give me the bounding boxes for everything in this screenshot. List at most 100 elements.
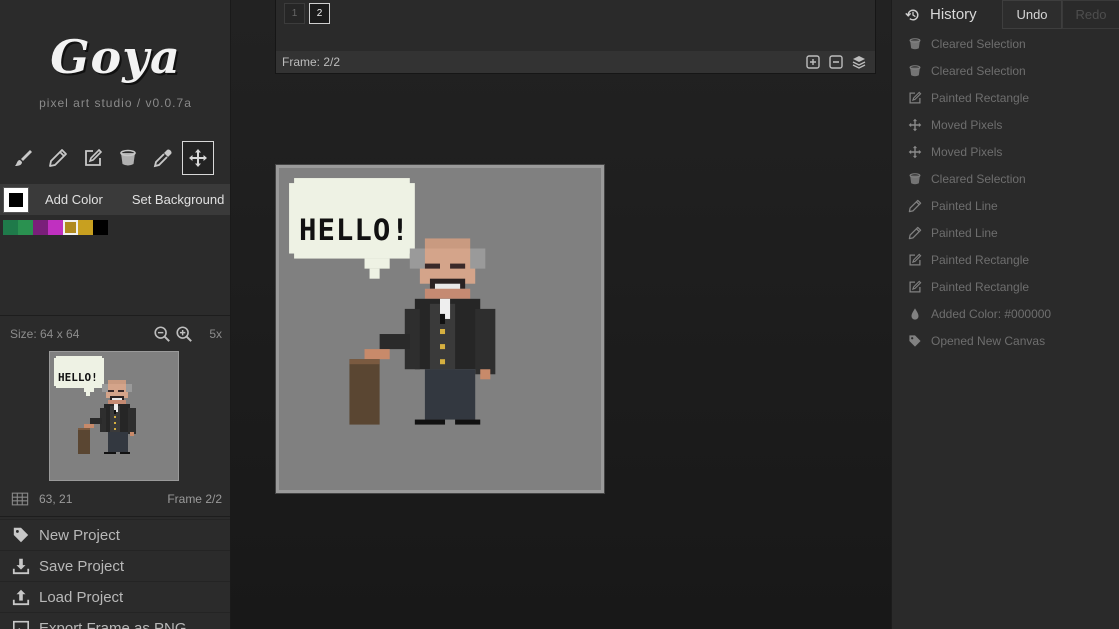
palette-swatch[interactable] xyxy=(78,220,93,235)
history-item[interactable]: Cleared Selection xyxy=(892,57,1119,84)
zoom-in-icon xyxy=(175,325,193,343)
history-item-label: Cleared Selection xyxy=(931,171,1026,186)
frame-indicator: Frame 2/2 xyxy=(167,492,222,506)
save-project-button[interactable]: Save Project xyxy=(0,550,230,581)
history-item-label: Cleared Selection xyxy=(931,36,1026,51)
pencil-icon xyxy=(908,226,922,240)
palette-swatch[interactable] xyxy=(33,220,48,235)
color-bar: Add Color Set Background xyxy=(0,184,230,215)
tag-icon xyxy=(12,526,30,544)
palette-swatch[interactable] xyxy=(18,220,33,235)
move-icon xyxy=(188,148,208,168)
palette-swatch[interactable] xyxy=(93,220,108,235)
app-subtitle: pixel art studio / v0.0.7a xyxy=(39,96,192,110)
history-item-label: Painted Line xyxy=(931,225,998,240)
redo-button[interactable]: Redo xyxy=(1062,0,1119,29)
add-frame-button[interactable] xyxy=(806,55,820,69)
set-background-button[interactable]: Set Background xyxy=(132,192,225,207)
palette-swatch[interactable] xyxy=(3,220,18,235)
canvas-size-row: Size: 64 x 64 5x xyxy=(10,325,222,343)
speech-bubble-text: HELLO! xyxy=(299,213,410,247)
frame-bar: Frame: 2/2 xyxy=(276,51,875,73)
history-item[interactable]: Moved Pixels xyxy=(892,138,1119,165)
export-png-button[interactable]: Export Frame as PNG xyxy=(0,612,230,629)
load-project-button[interactable]: Load Project xyxy=(0,581,230,612)
pencil-tool[interactable] xyxy=(42,141,74,175)
history-panel: History Undo Redo Cleared Selection Clear… xyxy=(891,0,1119,629)
drawing-canvas[interactable]: HELLO! xyxy=(276,165,604,493)
history-item[interactable]: Painted Rectangle xyxy=(892,84,1119,111)
history-item[interactable]: Cleared Selection xyxy=(892,30,1119,57)
move-icon xyxy=(908,145,922,159)
history-item-label: Painted Rectangle xyxy=(931,279,1030,294)
zoom-level: 5x xyxy=(209,327,222,341)
eyedropper-tool[interactable] xyxy=(147,141,179,175)
history-item-label: Added Color: #000000 xyxy=(931,306,1052,321)
frame-thumb-1[interactable]: 1 xyxy=(284,3,305,24)
brush-tool[interactable] xyxy=(7,141,39,175)
zoom-in-button[interactable] xyxy=(175,325,193,343)
eyedropper-icon xyxy=(153,148,173,168)
history-item-label: Painted Rectangle xyxy=(931,252,1030,267)
frame-thumb-2[interactable]: 2 xyxy=(309,3,330,24)
move-tool[interactable] xyxy=(182,141,214,175)
edit-square-icon xyxy=(908,280,922,294)
new-project-button[interactable]: New Project xyxy=(0,519,230,550)
divider xyxy=(0,315,230,316)
canvas-size-label: Size: 64 x 64 xyxy=(10,327,80,341)
history-item[interactable]: Opened New Canvas xyxy=(892,327,1119,354)
app-logo: Goya xyxy=(50,30,181,84)
history-item[interactable]: Painted Rectangle xyxy=(892,273,1119,300)
preview-speech-text: HELLO! xyxy=(58,371,98,384)
download-icon xyxy=(12,557,30,575)
history-icon xyxy=(905,7,921,23)
cursor-info-row: 63, 21 Frame 2/2 xyxy=(10,490,222,508)
history-item[interactable]: Cleared Selection xyxy=(892,165,1119,192)
grid-toggle[interactable] xyxy=(10,490,30,508)
droplet-icon xyxy=(908,307,922,321)
layers-button[interactable] xyxy=(852,55,866,69)
bucket-icon xyxy=(908,37,922,51)
frame-label: Frame: 2/2 xyxy=(282,55,341,69)
menu-label: Load Project xyxy=(39,588,124,606)
bucket-icon xyxy=(118,148,138,168)
current-color-fill xyxy=(9,192,23,207)
rectangle-tool[interactable] xyxy=(77,141,109,175)
history-item-label: Moved Pixels xyxy=(931,144,1003,159)
edit-square-icon xyxy=(908,253,922,267)
current-color-swatch[interactable] xyxy=(3,186,29,213)
menu-label: New Project xyxy=(39,526,120,544)
left-sidebar: Goya pixel art studio / v0.0.7a Add Colo… xyxy=(0,0,231,629)
menu-label: Export Frame as PNG xyxy=(39,619,187,629)
tag-icon xyxy=(908,334,922,348)
history-item-label: Moved Pixels xyxy=(931,117,1003,132)
preview-artwork: HELLO! xyxy=(50,352,178,480)
bucket-icon xyxy=(908,64,922,78)
history-item[interactable]: Painted Line xyxy=(892,219,1119,246)
move-icon xyxy=(908,118,922,132)
pencil-icon xyxy=(48,148,68,168)
zoom-out-button[interactable] xyxy=(153,325,171,343)
plus-square-icon xyxy=(806,55,820,69)
history-item-label: Cleared Selection xyxy=(931,63,1026,78)
canvas-preview: HELLO! xyxy=(49,351,179,481)
history-item[interactable]: Added Color: #000000 xyxy=(892,300,1119,327)
undo-button[interactable]: Undo xyxy=(1002,0,1062,29)
history-item[interactable]: Painted Line xyxy=(892,192,1119,219)
grid-icon xyxy=(10,490,30,508)
add-color-button[interactable]: Add Color xyxy=(45,192,103,207)
history-item[interactable]: Painted Rectangle xyxy=(892,246,1119,273)
cursor-coords: 63, 21 xyxy=(39,492,73,506)
palette-swatch[interactable] xyxy=(63,220,78,235)
palette-swatch[interactable] xyxy=(48,220,63,235)
divider xyxy=(0,516,230,517)
remove-frame-button[interactable] xyxy=(829,55,843,69)
bucket-tool[interactable] xyxy=(112,141,144,175)
history-item[interactable]: Moved Pixels xyxy=(892,111,1119,138)
upload-icon xyxy=(12,588,30,606)
bucket-icon xyxy=(908,172,922,186)
history-item-label: Opened New Canvas xyxy=(931,333,1046,348)
layers-icon xyxy=(852,55,866,69)
edit-square-icon xyxy=(83,148,103,168)
toolbar xyxy=(7,141,214,175)
